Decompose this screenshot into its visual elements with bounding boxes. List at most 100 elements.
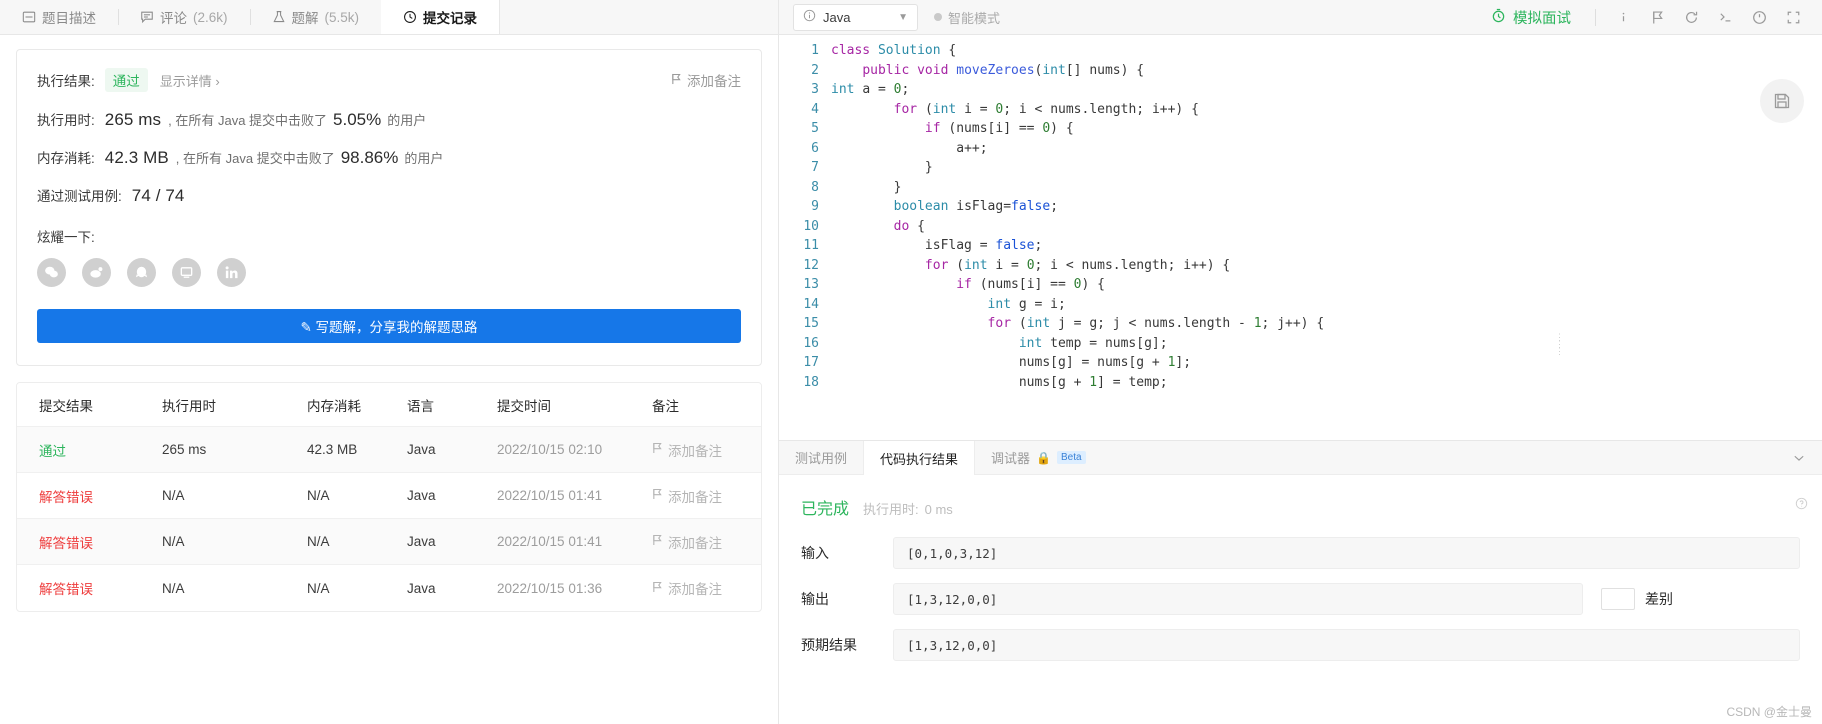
elapsed-value: 0 ms xyxy=(924,502,953,517)
qq-icon[interactable] xyxy=(127,258,156,287)
code-line: int temp = nums[g]; xyxy=(1018,335,1168,351)
tab-description[interactable]: 题目描述 xyxy=(0,0,118,34)
header-language: 语言 xyxy=(407,398,434,414)
info-icon[interactable] xyxy=(1608,2,1638,32)
tab-exec-result[interactable]: 代码执行结果 xyxy=(863,441,976,475)
line-number: 5 xyxy=(811,121,819,136)
row-add-note[interactable]: 添加备注 xyxy=(652,486,761,506)
douban-icon[interactable] xyxy=(172,258,201,287)
testcase-row: 通过测试用例: 74 / 74 xyxy=(37,185,741,206)
mock-interview-button[interactable]: 模拟面试 xyxy=(1491,7,1583,28)
code-line: do { xyxy=(893,218,925,234)
input-value-box[interactable]: [0,1,0,3,12] xyxy=(893,537,1800,569)
status-badge: 通过 xyxy=(104,68,148,92)
output-row: 输出 [1,3,12,0,0] 差别 xyxy=(801,583,1800,615)
save-icon[interactable] xyxy=(1760,79,1804,123)
table-header-row: 提交结果 执行用时 内存消耗 语言 提交时间 备注 xyxy=(17,383,761,427)
chevron-down-icon: ▼ xyxy=(898,11,908,23)
tab-count: (5.5k) xyxy=(324,9,360,25)
fullscreen-icon[interactable] xyxy=(1778,2,1808,32)
console-body: 已完成 执行用时: 0 ms 输入 [0,1,0,3,12] 输出 [1,3,1… xyxy=(779,475,1822,724)
row-status[interactable]: 解答错误 xyxy=(17,486,162,506)
console-icon[interactable] xyxy=(1710,2,1740,32)
row-status[interactable]: 解答错误 xyxy=(17,578,162,598)
run-icon[interactable] xyxy=(1642,2,1672,32)
line-number: 2 xyxy=(811,62,819,78)
add-note-label: 添加备注 xyxy=(668,489,722,505)
code-line: if (nums[i] == 0) { xyxy=(924,121,1074,136)
memory-mid-text: , 在所有 Java 提交中击败了 xyxy=(175,151,335,166)
diff-toggle[interactable] xyxy=(1601,588,1635,610)
memory-label: 内存消耗: xyxy=(37,151,95,166)
flag-icon xyxy=(652,442,663,457)
tab-solutions[interactable]: 题解 (5.5k) xyxy=(249,0,382,34)
header-note: 备注 xyxy=(652,398,679,414)
expected-value-box[interactable]: [1,3,12,0,0] xyxy=(893,629,1800,661)
row-memory: N/A xyxy=(307,534,330,549)
smart-mode-toggle[interactable]: 智能模式 xyxy=(934,8,1000,27)
tab-label: 调试器 xyxy=(991,451,1031,466)
beta-badge: Beta xyxy=(1057,451,1086,464)
console-panel: 测试用例 代码执行结果 调试器 🔒 Beta 已完成 执行用时: 0 ms 输入… xyxy=(779,440,1822,724)
weibo-icon[interactable] xyxy=(82,258,111,287)
memory-suffix: 的用户 xyxy=(404,151,444,166)
show-detail-link[interactable]: 显示详情 › xyxy=(160,71,220,90)
code-line: nums[g + 1] = temp; xyxy=(1018,374,1168,390)
linkedin-icon[interactable] xyxy=(217,258,246,287)
settings-icon[interactable] xyxy=(1744,2,1774,32)
right-pane: Java ▼ 智能模式 模拟面试 1 2 3 4 5 6 7 8 9 10 11… xyxy=(779,0,1822,724)
write-solution-button[interactable]: ✎ 写题解，分享我的解题思路 xyxy=(37,309,741,343)
help-icon[interactable] xyxy=(1795,497,1808,513)
row-status[interactable]: 通过 xyxy=(17,440,162,460)
tab-testcase[interactable]: 测试用例 xyxy=(779,441,863,474)
row-add-note[interactable]: 添加备注 xyxy=(652,532,761,552)
row-memory: N/A xyxy=(307,580,330,596)
row-language: Java xyxy=(407,534,436,549)
mock-interview-label: 模拟面试 xyxy=(1513,10,1571,27)
language-label: Java xyxy=(823,9,851,25)
collapse-console-icon[interactable] xyxy=(1776,441,1822,474)
code-lines[interactable]: class Solution { public void moveZeroes(… xyxy=(831,41,1822,392)
line-number: 8 xyxy=(811,179,819,195)
expected-label: 预期结果 xyxy=(801,637,857,653)
language-selector[interactable]: Java ▼ xyxy=(793,3,918,31)
row-add-note[interactable]: 添加备注 xyxy=(652,578,761,598)
code-editor[interactable]: 1 2 3 4 5 6 7 8 9 10 11 12 13 14 15 16 1 xyxy=(779,35,1822,440)
reset-icon[interactable] xyxy=(1676,2,1706,32)
flag-icon xyxy=(671,73,682,88)
add-note-button[interactable]: 添加备注 xyxy=(671,70,741,90)
tab-label: 题目描述 xyxy=(42,11,96,26)
table-row[interactable]: 解答错误 N/A N/A Java 2022/10/15 01:41 添加备注 xyxy=(17,519,761,565)
console-tabs: 测试用例 代码执行结果 调试器 🔒 Beta xyxy=(779,441,1822,475)
code-line: int a = 0; xyxy=(831,82,910,97)
add-note-label: 添加备注 xyxy=(687,74,741,89)
line-number: 15 xyxy=(803,316,819,331)
smart-mode-label: 智能模式 xyxy=(948,10,1001,26)
runtime-label: 执行用时: xyxy=(37,113,95,128)
table-row[interactable]: 解答错误 N/A N/A Java 2022/10/15 01:41 添加备注 xyxy=(17,473,761,519)
code-line: a++; xyxy=(956,140,988,156)
diff-label[interactable]: 差别 xyxy=(1645,589,1673,609)
input-row: 输入 [0,1,0,3,12] xyxy=(801,537,1800,569)
output-value-box[interactable]: [1,3,12,0,0] xyxy=(893,583,1583,615)
line-number: 12 xyxy=(803,257,819,273)
code-line: for (int i = 0; i < nums.length; i++) { xyxy=(893,101,1199,117)
tab-submissions[interactable]: 提交记录 xyxy=(381,0,501,34)
wechat-icon[interactable] xyxy=(37,258,66,287)
table-row[interactable]: 通过 265 ms 42.3 MB Java 2022/10/15 02:10 … xyxy=(17,427,761,473)
input-label: 输入 xyxy=(801,545,829,561)
code-line: if (nums[i] == 0) { xyxy=(956,277,1105,292)
tab-comments[interactable]: 评论 (2.6k) xyxy=(118,0,250,34)
runtime-row: 执行用时: 265 ms , 在所有 Java 提交中击败了 5.05% 的用户 xyxy=(37,109,741,130)
table-row[interactable]: 解答错误 N/A N/A Java 2022/10/15 01:36 添加备注 xyxy=(17,565,761,611)
flag-icon xyxy=(652,534,663,549)
line-number: 3 xyxy=(811,82,819,97)
flag-icon xyxy=(652,581,663,596)
row-add-note[interactable]: 添加备注 xyxy=(652,440,761,460)
tab-debugger[interactable]: 调试器 🔒 Beta xyxy=(975,441,1102,474)
row-runtime: N/A xyxy=(162,488,185,503)
row-status[interactable]: 解答错误 xyxy=(17,532,162,552)
left-content: 添加备注 执行结果: 通过 显示详情 › 执行用时: 265 ms , 在所有 … xyxy=(0,35,778,724)
row-language: Java xyxy=(407,488,436,503)
row-memory: N/A xyxy=(307,488,330,503)
